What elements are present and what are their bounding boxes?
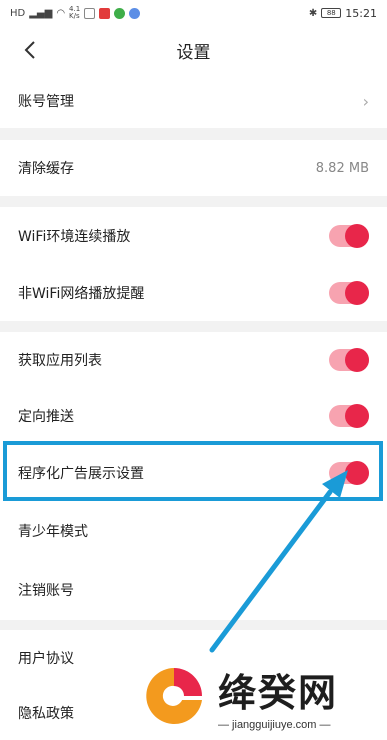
watermark: 绛癸网 — jiangguijiuye.com — xyxy=(138,652,387,740)
watermark-url: — jiangguijiuye.com — xyxy=(218,718,331,731)
watermark-title: 绛癸网 xyxy=(218,670,339,715)
annotation-arrow-icon xyxy=(209,470,348,653)
watermark-text: 绛癸网 — jiangguijiuye.com — xyxy=(218,662,338,731)
watermark-logo-icon xyxy=(138,660,210,732)
